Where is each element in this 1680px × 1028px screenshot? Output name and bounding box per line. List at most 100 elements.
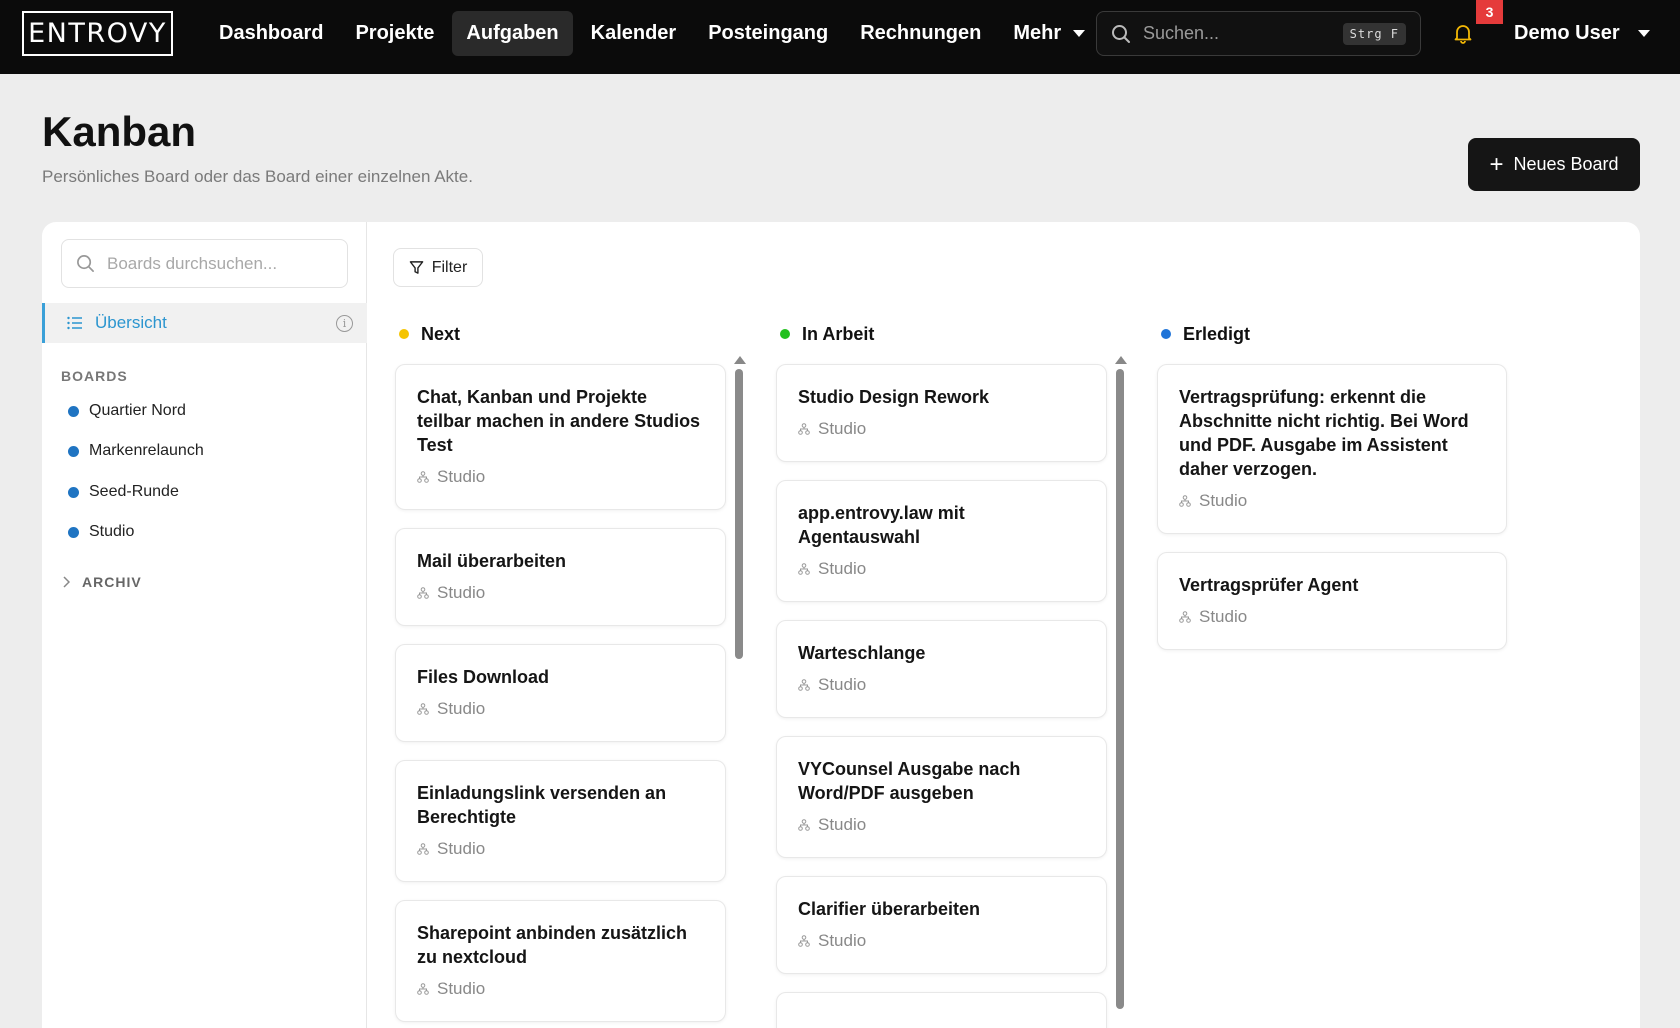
card-tag-label: Studio bbox=[1199, 491, 1248, 510]
hierarchy-icon bbox=[417, 471, 429, 483]
task-card[interactable]: Chat, Kanban und Projekte teilbar machen… bbox=[395, 364, 726, 510]
card-title: Sharepoint anbinden zusätzlich zu nextcl… bbox=[417, 923, 688, 967]
board-color-dot bbox=[68, 405, 79, 417]
filter-button[interactable]: Filter bbox=[393, 248, 483, 287]
sidebar-board-studio[interactable]: Studio bbox=[68, 517, 134, 547]
archive-toggle[interactable]: ARCHIV bbox=[62, 574, 142, 590]
board-label: Studio bbox=[89, 523, 135, 540]
card-tag-label: Studio bbox=[437, 979, 486, 998]
task-card[interactable]: Vertragsprüfung: erkennt die Abschnitte … bbox=[1157, 364, 1507, 534]
column-header: Next bbox=[399, 322, 753, 346]
archive-label: ARCHIV bbox=[82, 574, 142, 590]
status-dot bbox=[780, 329, 790, 339]
hierarchy-icon bbox=[417, 587, 429, 599]
card-tag: Studio bbox=[798, 931, 1086, 951]
column-scrollbar[interactable] bbox=[1115, 356, 1127, 1009]
card-title: Chat, Kanban und Projekte teilbar machen… bbox=[417, 387, 701, 455]
scroll-thumb[interactable] bbox=[735, 369, 743, 659]
nav-rechnungen[interactable]: Rechnungen bbox=[846, 11, 995, 56]
task-card[interactable]: Vertragsprüfer Agent Studio bbox=[1157, 552, 1507, 650]
sidebar-item-overview[interactable]: Übersicht i bbox=[42, 303, 367, 343]
scroll-up-arrow[interactable] bbox=[1115, 356, 1127, 364]
nav-aufgaben[interactable]: Aufgaben bbox=[452, 11, 573, 56]
notification-count-badge: 3 bbox=[1476, 0, 1503, 24]
task-card[interactable]: Studio Design Rework Studio bbox=[776, 364, 1107, 462]
column-title: Erledigt bbox=[1183, 323, 1251, 344]
scroll-up-arrow[interactable] bbox=[734, 356, 746, 364]
card-title: Vertragsprüfer Agent bbox=[1179, 575, 1359, 595]
board-search-input[interactable]: Boards durchsuchen... bbox=[61, 239, 348, 288]
column-scrollbar[interactable] bbox=[734, 356, 746, 659]
card-tag: Studio bbox=[417, 699, 705, 719]
hierarchy-icon bbox=[798, 679, 810, 691]
card-tag-label: Studio bbox=[818, 931, 867, 950]
filter-label: Filter bbox=[431, 258, 468, 276]
card-tag-label: Studio bbox=[1199, 607, 1248, 626]
sidebar-board-quartier-nord[interactable]: Quartier Nord bbox=[68, 396, 186, 426]
card-title: Studio Design Rework bbox=[798, 387, 990, 407]
card-title: Mail überarbeiten bbox=[417, 551, 567, 571]
nav-kalender[interactable]: Kalender bbox=[577, 11, 691, 56]
card-title: app.entrovy.law mit Agentauswahl bbox=[798, 503, 965, 547]
card-tag-label: Studio bbox=[437, 583, 486, 602]
hierarchy-icon bbox=[798, 935, 810, 947]
hierarchy-icon bbox=[798, 423, 810, 435]
app-logo[interactable]: ENTROVY bbox=[22, 11, 173, 56]
board-color-dot bbox=[68, 526, 79, 538]
nav-projekte[interactable]: Projekte bbox=[341, 11, 448, 56]
card-title: Clarifier überarbeiten bbox=[798, 899, 981, 919]
column-header: Erledigt bbox=[1161, 322, 1515, 346]
search-icon bbox=[77, 255, 94, 272]
hierarchy-icon bbox=[417, 703, 429, 715]
task-card[interactable]: Files Download Studio bbox=[395, 644, 726, 742]
hierarchy-icon bbox=[417, 843, 429, 855]
card-tag-label: Studio bbox=[818, 419, 867, 438]
sidebar-board-seed-runde[interactable]: Seed-Runde bbox=[68, 477, 179, 507]
chevron-right-icon bbox=[63, 576, 70, 588]
user-name: Demo User bbox=[1514, 22, 1620, 44]
nav-mehr-dropdown[interactable]: Mehr bbox=[999, 11, 1099, 56]
card-tag: Studio bbox=[417, 979, 705, 999]
card-tag: Studio bbox=[798, 419, 1086, 439]
sidebar-board-markenrelaunch[interactable]: Markenrelaunch bbox=[68, 436, 204, 466]
nav-dashboard[interactable]: Dashboard bbox=[205, 11, 337, 56]
new-board-button[interactable]: + Neues Board bbox=[1468, 138, 1640, 191]
plus-icon: + bbox=[1489, 150, 1504, 178]
board-label: Seed-Runde bbox=[89, 483, 179, 500]
card-title: Warteschlange bbox=[798, 643, 926, 663]
global-search-input[interactable]: Suchen... Strg F bbox=[1096, 11, 1421, 56]
user-menu[interactable]: Demo User bbox=[1514, 11, 1650, 56]
task-card[interactable]: Sharepoint anbinden zusätzlich zu nextcl… bbox=[395, 900, 726, 1022]
column-title: Next bbox=[421, 323, 461, 344]
task-card[interactable]: Einladungslink versenden an Berechtigte S… bbox=[395, 760, 726, 882]
card-title: Vertragsprüfung: erkennt die Abschnitte … bbox=[1179, 387, 1469, 479]
boards-sidebar: Boards durchsuchen... Übersicht i BOARDS… bbox=[42, 222, 367, 1028]
kanban-column-next: Next Chat, Kanban und Projekte teilbar m… bbox=[393, 322, 753, 1022]
scroll-thumb[interactable] bbox=[1116, 369, 1124, 1009]
nav-posteingang[interactable]: Posteingang bbox=[694, 11, 842, 56]
task-card-partial[interactable] bbox=[776, 992, 1107, 1028]
card-tag-label: Studio bbox=[437, 467, 486, 486]
task-card[interactable]: Clarifier überarbeiten Studio bbox=[776, 876, 1107, 974]
task-card[interactable]: Warteschlange Studio bbox=[776, 620, 1107, 718]
card-tag-label: Studio bbox=[818, 559, 867, 578]
list-icon bbox=[67, 316, 82, 330]
task-card[interactable]: VYCounsel Ausgabe nach Word/PDF ausgeben… bbox=[776, 736, 1107, 858]
info-icon[interactable]: i bbox=[336, 314, 353, 332]
kanban-panel: Boards durchsuchen... Übersicht i BOARDS… bbox=[42, 222, 1640, 1028]
notifications-button[interactable] bbox=[1452, 22, 1474, 49]
card-tag-label: Studio bbox=[437, 699, 486, 718]
new-board-label: Neues Board bbox=[1513, 154, 1619, 174]
overview-label: Übersicht bbox=[95, 313, 167, 332]
nav-mehr-label: Mehr bbox=[1013, 22, 1062, 44]
page-subtitle: Persönliches Board oder das Board einer … bbox=[42, 167, 473, 186]
task-card[interactable]: app.entrovy.law mit Agentauswahl Studio bbox=[776, 480, 1107, 602]
card-tag: Studio bbox=[1179, 607, 1486, 627]
search-placeholder: Suchen... bbox=[1143, 23, 1220, 43]
hierarchy-icon bbox=[417, 983, 429, 995]
card-tag: Studio bbox=[417, 583, 705, 603]
hierarchy-icon bbox=[798, 819, 810, 831]
chevron-down-icon bbox=[1637, 30, 1650, 37]
search-icon bbox=[1112, 24, 1130, 43]
task-card[interactable]: Mail überarbeiten Studio bbox=[395, 528, 726, 626]
